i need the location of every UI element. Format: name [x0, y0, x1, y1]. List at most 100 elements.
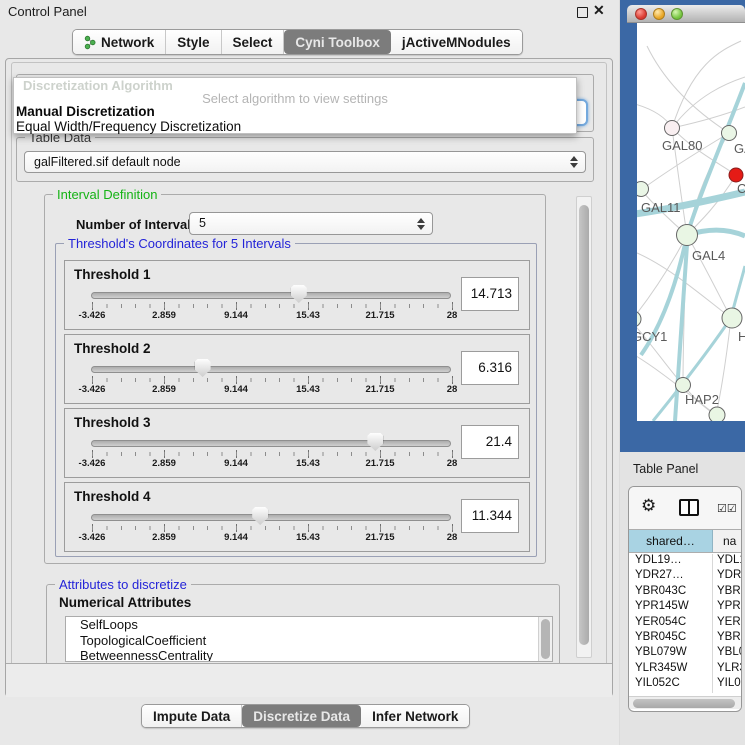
network-window-titlebar[interactable] — [627, 5, 745, 23]
numerical-attributes-list[interactable]: SelfLoopsTopologicalCoefficientBetweenne… — [65, 616, 553, 662]
cell-name[interactable]: YLR3 — [713, 662, 741, 677]
tab-cyni-toolbox[interactable]: Cyni Toolbox — [284, 30, 391, 54]
cell-shared-name[interactable]: YIL052C — [629, 677, 713, 692]
table-data-combobox[interactable]: galFiltered.sif default node — [24, 151, 586, 173]
horizontal-scrollbar[interactable] — [629, 696, 741, 709]
cell-shared-name[interactable]: YBL079W — [629, 646, 713, 661]
threshold-slider-thumb[interactable] — [252, 507, 268, 525]
scale-tick-label: 21.715 — [365, 384, 394, 395]
cell-shared-name[interactable]: YBR043C — [629, 585, 713, 600]
close-icon[interactable]: ✕ — [593, 2, 605, 19]
threshold-value-field[interactable]: 11.344 — [461, 499, 519, 533]
threshold-value-field[interactable]: 14.713 — [461, 277, 519, 311]
table-row[interactable]: YER054CYER0 — [629, 616, 741, 631]
close-traffic-light-icon[interactable] — [635, 8, 647, 20]
threshold-slider-track[interactable] — [91, 514, 451, 521]
checkbox-columns-icon[interactable]: ☑☑ — [717, 502, 737, 515]
cell-shared-name[interactable]: YPR145W — [629, 600, 713, 615]
combo-arrows-icon — [570, 156, 578, 168]
scale-tick-label: 21.715 — [365, 532, 394, 543]
tab-style[interactable]: Style — [166, 30, 221, 54]
slider-minor-ticks — [92, 526, 453, 530]
numerical-attributes-label: Numerical Attributes — [59, 595, 191, 610]
zoom-traffic-light-icon[interactable] — [671, 8, 683, 20]
node-gal80 — [665, 121, 680, 136]
scale-tick-label: 15.43 — [296, 458, 320, 469]
vertical-scrollbar[interactable] — [576, 196, 592, 658]
table-row[interactable]: YBL079WYBL0 — [629, 646, 741, 661]
minimize-traffic-light-icon[interactable] — [653, 8, 665, 20]
threshold-coordinates-title: Threshold's Coordinates for 5 Intervals — [64, 236, 295, 251]
attributes-group-title: Attributes to discretize — [55, 577, 191, 592]
number-of-intervals-spinner[interactable]: 5 — [189, 212, 433, 235]
tab-label: Impute Data — [153, 709, 230, 724]
threshold-slider-track[interactable] — [91, 366, 451, 373]
table-row[interactable]: YBR045CYBR0 — [629, 631, 741, 646]
cell-shared-name[interactable]: YDL19… — [629, 554, 713, 569]
table-row[interactable]: YBR043CYBR0 — [629, 585, 741, 600]
dropdown-option-equal-width-frequency[interactable]: Equal Width/Frequency Discretization — [16, 119, 241, 134]
scale-tick-label: 15.43 — [296, 310, 320, 321]
network-view-canvas[interactable]: GAL80 GA C GAL11 GAL4 GCY1 H HAP2 — [637, 23, 745, 421]
node-partial-top-right — [722, 126, 737, 141]
cell-name[interactable]: YER0 — [713, 616, 741, 631]
threshold-label: Threshold 4 — [74, 489, 151, 504]
node-label-partial-right: C — [737, 181, 745, 196]
cell-name[interactable]: YDR2 — [713, 569, 741, 584]
scale-tick-label: 9.144 — [224, 384, 248, 395]
vertical-scrollbar-thumb[interactable] — [579, 205, 589, 645]
cell-shared-name[interactable]: YBR045C — [629, 631, 713, 646]
attribute-item[interactable]: TopologicalCoefficient — [66, 633, 552, 649]
threshold-coordinates-box: Threshold's Coordinates for 5 Intervals … — [55, 243, 537, 557]
split-panel-icon[interactable] — [679, 499, 699, 516]
table-row[interactable]: YDR27…YDR2 — [629, 569, 741, 584]
node-red — [729, 168, 743, 182]
threshold-slider-thumb[interactable] — [367, 433, 383, 451]
horizontal-scrollbar-thumb[interactable] — [633, 699, 735, 708]
column-header-name[interactable]: na — [713, 530, 741, 552]
tab-discretize-data[interactable]: Discretize Data — [242, 705, 361, 727]
attributes-group: Attributes to discretize Numerical Attri… — [46, 584, 560, 674]
cell-name[interactable]: YPR1 — [713, 600, 741, 615]
node-label-partial-mid-right: H — [738, 329, 745, 344]
network-graph: GAL80 GA C GAL11 GAL4 GCY1 H HAP2 — [637, 23, 745, 421]
threshold-value-field[interactable]: 6.316 — [461, 351, 519, 385]
table-row[interactable]: YDL19…YDL1 — [629, 554, 741, 569]
table-row[interactable]: YLR345WYLR3 — [629, 662, 741, 677]
tab-select[interactable]: Select — [222, 30, 285, 54]
table-row[interactable]: YPR145WYPR1 — [629, 600, 741, 615]
threshold-slider-track[interactable] — [91, 440, 451, 447]
tab-jactivemnodules[interactable]: jActiveMNodules — [391, 30, 522, 54]
attribute-item[interactable]: BetweennessCentrality — [66, 648, 552, 662]
scale-tick-label: 28 — [447, 310, 458, 321]
threshold-slider-track[interactable] — [91, 292, 451, 299]
float-icon[interactable] — [577, 7, 588, 18]
scale-tick-label: 9.144 — [224, 310, 248, 321]
scale-tick-label: 15.43 — [296, 384, 320, 395]
column-header-shared-name[interactable]: shared… — [629, 530, 713, 552]
table-row[interactable]: YIL052CYIL0 — [629, 677, 741, 692]
attribute-item[interactable]: SelfLoops — [66, 617, 552, 633]
tab-impute-data[interactable]: Impute Data — [142, 705, 242, 727]
cell-name[interactable]: YBL0 — [713, 646, 741, 661]
dropdown-option-manual-discretization[interactable]: Manual Discretization — [16, 104, 155, 119]
threshold-slider-thumb[interactable] — [195, 359, 211, 377]
spinner-arrows-icon — [417, 218, 425, 230]
interval-definition-group: Interval Definition Number of Intervals … — [44, 194, 546, 564]
threshold-value-field[interactable]: 21.4 — [461, 425, 519, 459]
attributes-list-scrollbar[interactable] — [538, 617, 552, 661]
gear-icon[interactable]: ⚙ — [641, 496, 656, 516]
tab-infer-network[interactable]: Infer Network — [361, 705, 469, 727]
cell-name[interactable]: YBR0 — [713, 631, 741, 646]
tab-network[interactable]: Network — [73, 30, 166, 54]
scale-tick-label: 9.144 — [224, 458, 248, 469]
cell-shared-name[interactable]: YER054C — [629, 616, 713, 631]
cell-name[interactable]: YBR0 — [713, 585, 741, 600]
cell-name[interactable]: YIL0 — [713, 677, 741, 692]
cell-shared-name[interactable]: YLR345W — [629, 662, 713, 677]
attributes-scrollbar-thumb[interactable] — [541, 619, 550, 659]
cell-shared-name[interactable]: YDR27… — [629, 569, 713, 584]
scale-tick-label: 2.859 — [152, 310, 176, 321]
threshold-slider-thumb[interactable] — [291, 285, 307, 303]
cell-name[interactable]: YDL1 — [713, 554, 741, 569]
